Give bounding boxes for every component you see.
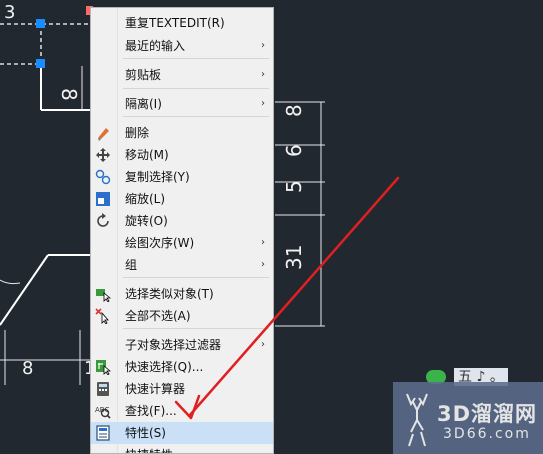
submenu-arrow-icon: › — [261, 339, 265, 350]
menu-item-label: 快速选择(Q)... — [125, 360, 204, 374]
menu-item-label: 快速计算器 — [125, 382, 186, 396]
selected-object[interactable] — [0, 23, 92, 65]
submenu-arrow-icon: › — [261, 237, 265, 248]
menu-item-label: 特性(S) — [125, 426, 166, 440]
grip-points[interactable] — [36, 6, 93, 68]
menu-item[interactable]: 最近的输入 › — [91, 35, 273, 57]
submenu-arrow-icon: › — [261, 40, 265, 51]
dim-text: 3 — [4, 2, 15, 23]
menu-item-label: 移动(M) — [125, 148, 169, 162]
scale-icon — [95, 191, 111, 207]
menu-item[interactable]: 复制选择(Y) — [91, 166, 273, 188]
dim-text: 31 — [282, 245, 306, 270]
deselect-all-icon — [95, 308, 111, 325]
copy-icon — [95, 169, 111, 185]
find-icon: ABC — [95, 403, 111, 419]
menu-item[interactable]: 重复TEXTEDIT(R) — [91, 12, 273, 34]
menu-item[interactable]: 快捷特性 — [91, 444, 273, 453]
drawing-outline — [0, 64, 92, 326]
dim-text: 6 — [282, 144, 306, 157]
menu-item-label: 选择类似对象(T) — [125, 287, 214, 301]
grip-point — [36, 59, 45, 68]
rotate-icon — [95, 213, 111, 229]
menu-item[interactable]: 缩放(L) — [91, 188, 273, 210]
menu-separator — [123, 88, 269, 89]
menu-item-label: 剪贴板 — [125, 68, 162, 82]
menu-separator — [123, 116, 269, 117]
select-similar-icon — [95, 286, 112, 303]
menu-item-label: 全部不选(A) — [125, 309, 191, 323]
menu-item-label: 绘图次序(W) — [125, 236, 195, 250]
menu-item-label: 旋转(O) — [125, 214, 168, 228]
menu-separator — [123, 58, 269, 59]
submenu-arrow-icon: › — [261, 259, 265, 270]
dim-text: 8 — [282, 104, 306, 117]
menu-item-label: 重复TEXTEDIT(R) — [125, 16, 225, 30]
menu-item[interactable]: 选择类似对象(T) — [91, 283, 273, 305]
menu-item[interactable]: 删除 — [91, 122, 273, 144]
menu-item[interactable]: 旋转(O) — [91, 210, 273, 232]
menu-item[interactable]: 特性(S) — [91, 422, 273, 444]
menu-item[interactable]: ABC 查找(F)... — [91, 400, 273, 422]
context-menu: 重复TEXTEDIT(R) 最近的输入 › 剪贴板 › 隔离(I) › 删除移动(M) 复制选择… — [90, 7, 274, 454]
menu-item[interactable]: 快速计算器 — [91, 378, 273, 400]
logo-name: 3D溜溜网 — [437, 402, 538, 426]
menu-item-label: 复制选择(Y) — [125, 170, 190, 184]
menu-item[interactable]: 隔离(I) › — [91, 93, 273, 115]
menu-item[interactable]: 移动(M) — [91, 144, 273, 166]
dim-text: 5 — [282, 180, 306, 193]
menu-item-label: 组 — [125, 258, 138, 272]
menu-item-label: 隔离(I) — [125, 97, 162, 111]
menu-item[interactable]: 全部不选(A) — [91, 305, 273, 327]
menu-separator — [123, 328, 269, 329]
eraser-icon — [95, 125, 111, 141]
calculator-icon — [95, 381, 111, 397]
quick-select-icon — [95, 359, 112, 376]
menu-item-label: 子对象选择过滤器 — [125, 338, 222, 352]
move-icon — [95, 147, 111, 163]
menu-item[interactable]: 组 › — [91, 254, 273, 276]
menu-item[interactable]: 绘图次序(W) › — [91, 232, 273, 254]
menu-item-label: 最近的输入 — [125, 39, 186, 53]
menu-item[interactable]: 快速选择(Q)... — [91, 356, 273, 378]
submenu-arrow-icon: › — [261, 98, 265, 109]
menu-item-label: 删除 — [125, 126, 150, 140]
properties-icon — [95, 425, 111, 441]
logo-url: 3D66.com — [443, 426, 531, 442]
deer-icon — [406, 393, 428, 447]
grip-point — [36, 19, 45, 28]
menu-item-label: 快捷特性 — [125, 447, 173, 453]
menu-item[interactable]: 剪贴板 › — [91, 64, 273, 86]
menu-item[interactable]: 子对象选择过滤器 › — [91, 334, 273, 356]
submenu-arrow-icon: › — [261, 69, 265, 80]
menu-separator — [123, 277, 269, 278]
menu-item-label: 缩放(L) — [125, 192, 166, 206]
dim-text: 8 — [22, 358, 33, 379]
dim-text: 8 — [57, 88, 81, 101]
site-logo: 3D溜溜网 3D66.com — [393, 382, 543, 454]
menu-item-label: 查找(F)... — [125, 404, 177, 418]
